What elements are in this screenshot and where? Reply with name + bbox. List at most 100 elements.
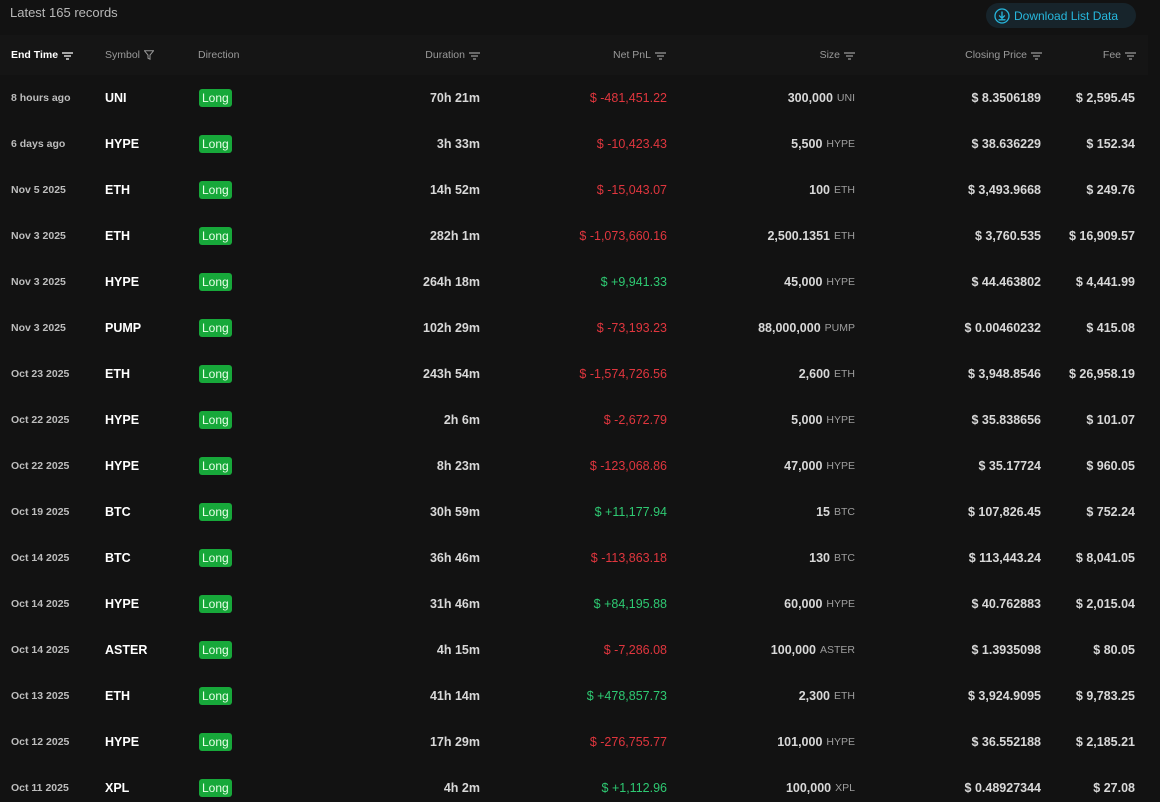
column-header-label: End Time [11,49,59,61]
direction-cell: Long [199,397,232,443]
fee-cell: $ 2,595.45 [1075,91,1135,105]
end-time-cell: Oct 11 2025 [11,782,69,794]
closing-price-cell: $ 35.838656 [971,413,1041,427]
net-pnl-cell: $ +11,177.94 [594,505,667,519]
table-row[interactable]: 6 days ago HYPE Long 3h 33m $ -10,423.43… [0,121,1148,167]
table-row[interactable]: Oct 11 2025 XPL Long 4h 2m $ +1,112.96 1… [0,765,1148,802]
direction-cell: Long [199,489,232,535]
size-cell: 101,000 HYPE [777,719,855,765]
direction-cell: Long [199,351,232,397]
table-row[interactable]: Oct 14 2025 BTC Long 36h 46m $ -113,863.… [0,535,1148,581]
size-value: 5,500 [791,137,823,151]
table-row[interactable]: Oct 14 2025 HYPE Long 31h 46m $ +84,195.… [0,581,1148,627]
sort-icon[interactable] [655,51,666,60]
size-unit: UNI [836,92,855,104]
table-row[interactable]: Oct 12 2025 HYPE Long 17h 29m $ -276,755… [0,719,1148,765]
closing-price-cell: $ 40.762883 [971,597,1041,611]
symbol-cell[interactable]: HYPE [105,581,139,627]
symbol-cell[interactable]: ETH [105,167,130,213]
sort-icon[interactable] [62,51,74,60]
net-pnl-cell: $ +9,941.33 [600,275,667,289]
end-time-cell: Nov 5 2025 [11,184,66,196]
table-row[interactable]: Oct 19 2025 BTC Long 30h 59m $ +11,177.9… [0,489,1148,535]
direction-badge: Long [199,595,232,613]
table-body: 8 hours ago UNI Long 70h 21m $ -481,451.… [0,75,1148,802]
closing-price-cell: $ 35.17724 [978,459,1041,473]
symbol-cell[interactable]: ASTER [105,627,147,673]
net-pnl-cell: $ +1,112.96 [601,781,667,795]
column-header-end-time[interactable]: End Time [11,35,74,75]
closing-price-cell: $ 3,493.9668 [968,183,1041,197]
symbol-cell[interactable]: HYPE [105,397,139,443]
net-pnl-cell: $ -1,574,726.56 [579,367,667,381]
sort-icon[interactable] [1125,51,1136,60]
column-header-symbol[interactable]: Symbol [105,35,155,75]
closing-price-cell: $ 0.00460232 [964,321,1041,335]
end-time-cell: Oct 14 2025 [11,598,70,610]
column-header-closing-price[interactable]: Closing Price [965,35,1042,75]
sort-icon[interactable] [1031,51,1042,60]
fee-cell: $ 80.05 [1093,643,1135,657]
symbol-cell[interactable]: UNI [105,75,127,121]
direction-cell: Long [199,121,232,167]
duration-cell: 4h 15m [436,643,480,657]
direction-cell: Long [199,75,232,121]
size-cell: 47,000 HYPE [784,443,855,489]
duration-cell: 31h 46m [429,597,480,611]
end-time-cell: Oct 14 2025 [11,552,70,564]
column-header-size[interactable]: Size [820,35,855,75]
filter-icon[interactable] [143,50,155,61]
symbol-cell[interactable]: ETH [105,673,130,719]
column-header-label: Direction [198,49,240,61]
size-value: 130 [809,551,830,565]
sort-icon[interactable] [469,51,480,60]
symbol-cell[interactable]: PUMP [105,305,141,351]
size-cell: 45,000 HYPE [784,259,855,305]
symbol-cell[interactable]: XPL [105,765,129,802]
symbol-cell[interactable]: HYPE [105,443,139,489]
table-row[interactable]: Oct 22 2025 HYPE Long 8h 23m $ -123,068.… [0,443,1148,489]
direction-cell: Long [199,627,232,673]
table-row[interactable]: 8 hours ago UNI Long 70h 21m $ -481,451.… [0,75,1148,121]
column-header-duration[interactable]: Duration [425,35,480,75]
end-time-cell: Oct 13 2025 [11,690,70,702]
table-row[interactable]: Nov 3 2025 PUMP Long 102h 29m $ -73,193.… [0,305,1148,351]
column-header-fee[interactable]: Fee [1103,35,1136,75]
size-cell: 2,600 ETH [799,351,855,397]
size-value: 2,300 [798,689,830,703]
table-row[interactable]: Oct 13 2025 ETH Long 41h 14m $ +478,857.… [0,673,1148,719]
symbol-cell[interactable]: BTC [105,489,131,535]
symbol-cell[interactable]: BTC [105,535,131,581]
closing-price-cell: $ 3,924.9095 [968,689,1041,703]
size-cell: 100,000 XPL [786,765,855,802]
end-time-cell: Oct 22 2025 [11,460,70,472]
column-header-net-pnl[interactable]: Net PnL [613,35,666,75]
direction-badge: Long [199,273,232,291]
symbol-cell[interactable]: HYPE [105,259,139,305]
size-unit: HYPE [826,414,855,426]
symbol-cell[interactable]: ETH [105,213,130,259]
symbol-cell[interactable]: ETH [105,351,130,397]
sort-icon[interactable] [844,51,855,60]
direction-badge: Long [199,365,232,383]
table-row[interactable]: Oct 23 2025 ETH Long 243h 54m $ -1,574,7… [0,351,1148,397]
table-row[interactable]: Oct 14 2025 ASTER Long 4h 15m $ -7,286.0… [0,627,1148,673]
table-row[interactable]: Nov 3 2025 HYPE Long 264h 18m $ +9,941.3… [0,259,1148,305]
size-cell: 60,000 HYPE [784,581,855,627]
direction-cell: Long [199,581,232,627]
net-pnl-cell: $ -481,451.22 [589,91,667,105]
fee-cell: $ 101.07 [1086,413,1135,427]
end-time-cell: Oct 23 2025 [11,368,70,380]
end-time-cell: Oct 14 2025 [11,644,70,656]
duration-cell: 36h 46m [429,551,480,565]
symbol-cell[interactable]: HYPE [105,719,139,765]
closing-price-cell: $ 36.552188 [971,735,1041,749]
table-row[interactable]: Oct 22 2025 HYPE Long 2h 6m $ -2,672.79 … [0,397,1148,443]
duration-cell: 282h 1m [429,229,480,243]
symbol-cell[interactable]: HYPE [105,121,139,167]
table-row[interactable]: Nov 5 2025 ETH Long 14h 52m $ -15,043.07… [0,167,1148,213]
download-list-data-button[interactable]: Download List Data [986,3,1136,28]
end-time-cell: 6 days ago [11,138,66,150]
table-row[interactable]: Nov 3 2025 ETH Long 282h 1m $ -1,073,660… [0,213,1148,259]
direction-badge: Long [199,89,232,107]
